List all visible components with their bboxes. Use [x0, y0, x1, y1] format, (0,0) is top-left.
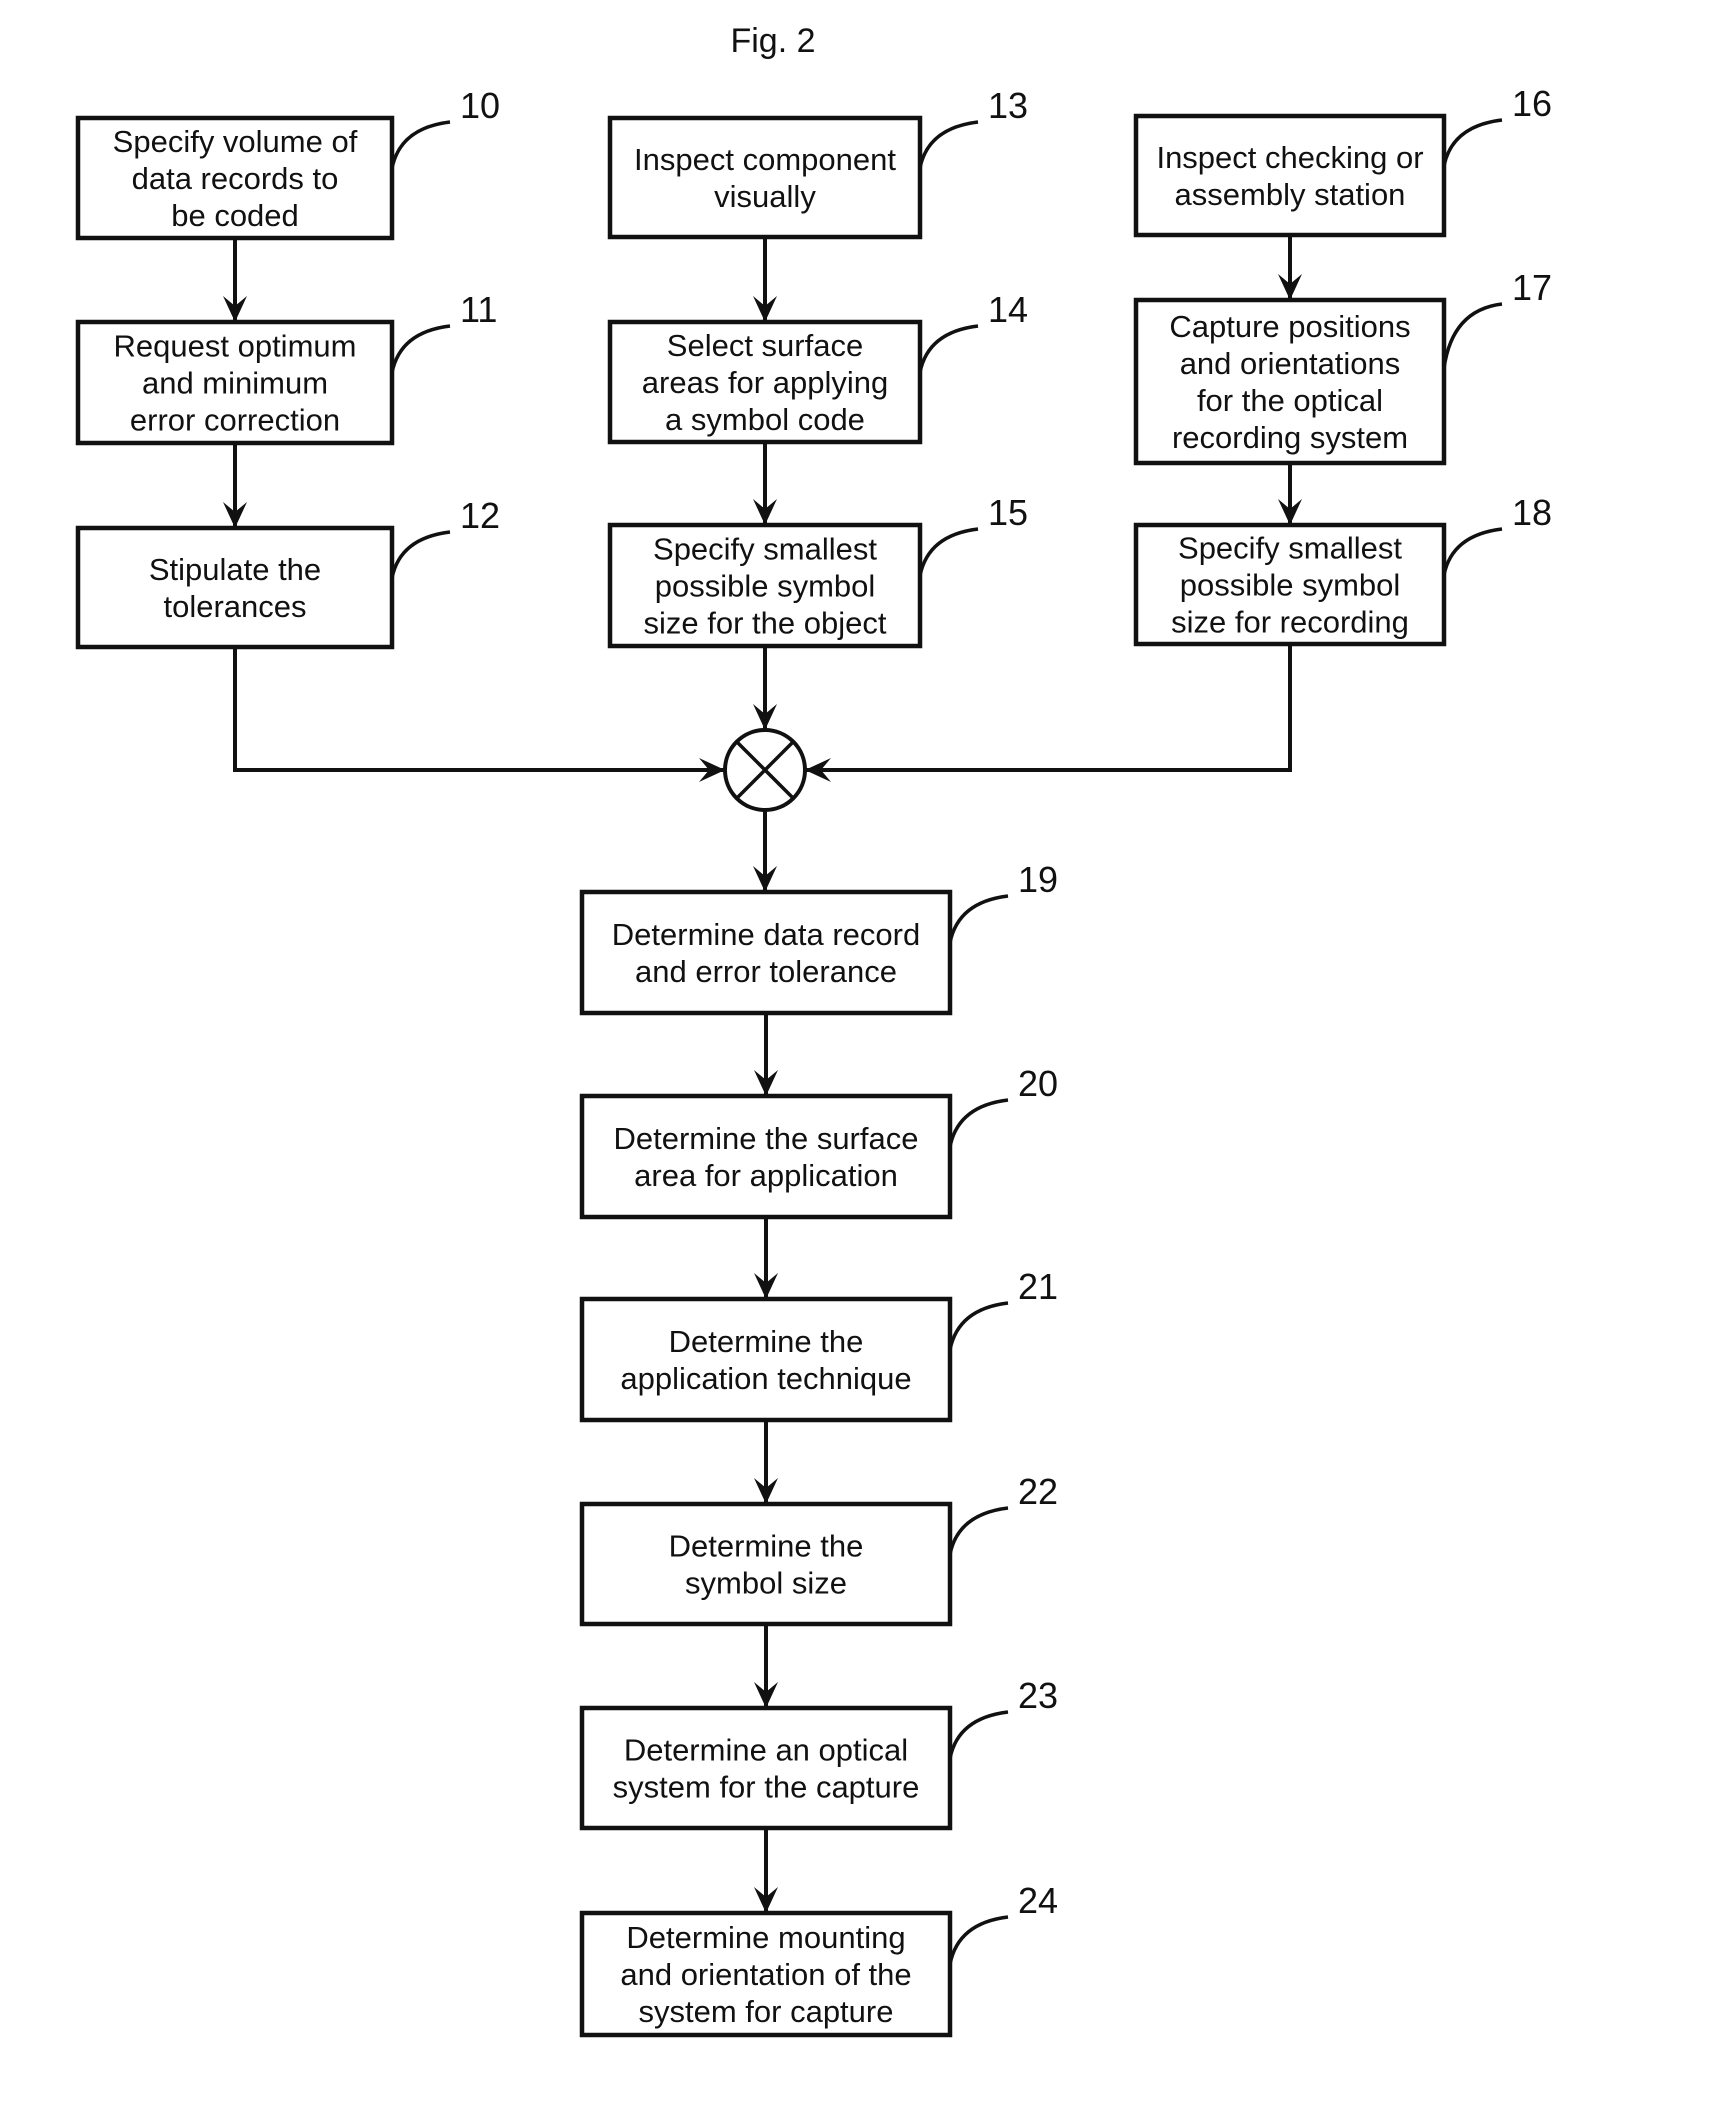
step-text-line: areas for applying	[642, 365, 888, 400]
leader-line	[918, 120, 979, 169]
leader-line	[948, 894, 1009, 944]
step-text-line: data records to	[132, 161, 339, 196]
step-text-line: and error tolerance	[635, 954, 897, 989]
step-text-line: Determine an optical	[624, 1733, 908, 1768]
step-text-line: size for recording	[1171, 605, 1409, 640]
step-text-line: and orientation of the	[620, 1957, 911, 1992]
step-text-line: and minimum	[142, 366, 328, 401]
step-box-10: Specify volume ofdata records tobe coded…	[75, 85, 500, 241]
reference-numeral: 24	[1018, 1880, 1058, 1921]
step-box-frame	[579, 1296, 953, 1423]
step-box-18: Specify smallestpossible symbolsize for …	[1133, 492, 1552, 647]
step-text-line: Specify smallest	[1178, 531, 1402, 566]
step-box-frame	[607, 115, 923, 240]
step-text-line: system for capture	[639, 1994, 894, 2029]
merge-node	[723, 728, 807, 812]
leader-line	[1442, 302, 1503, 369]
step-text-line: assembly station	[1175, 177, 1406, 212]
leader-line	[948, 1915, 1009, 1965]
step-text-line: possible symbol	[1180, 568, 1401, 603]
reference-numeral: 18	[1512, 492, 1552, 533]
step-text-line: error correction	[130, 403, 340, 438]
step-text-line: be coded	[171, 198, 299, 233]
step-text-line: a symbol code	[665, 402, 865, 437]
step-text-line: Specify volume of	[113, 124, 358, 159]
step-text-line: visually	[714, 179, 816, 214]
step-box-15: Specify smallestpossible symbolsize for …	[607, 492, 1028, 649]
leader-line	[1442, 118, 1503, 167]
step-text-line: recording system	[1172, 420, 1408, 455]
leader-line	[390, 120, 451, 169]
step-box-24: Determine mountingand orientation of the…	[579, 1880, 1058, 2038]
step-text-line: system for the capture	[613, 1770, 920, 1805]
step-text-line: possible symbol	[655, 569, 876, 604]
reference-numeral: 14	[988, 289, 1028, 330]
step-box-frame	[1133, 113, 1447, 238]
leader-line	[1442, 527, 1503, 576]
reference-numeral: 12	[460, 495, 500, 536]
step-text-line: and orientations	[1180, 346, 1401, 381]
step-text-line: Determine the surface	[614, 1121, 919, 1156]
leader-line	[390, 530, 451, 579]
step-text-line: Determine the	[669, 1324, 864, 1359]
step-text-line: Determine data record	[612, 917, 920, 952]
step-box-23: Determine an opticalsystem for the captu…	[579, 1675, 1058, 1831]
step-box-17: Capture positionsand orientationsfor the…	[1133, 267, 1552, 466]
reference-numeral: 19	[1018, 859, 1058, 900]
step-text-line: size for the object	[644, 606, 887, 641]
step-box-14: Select surfaceareas for applyinga symbol…	[607, 289, 1028, 445]
reference-numeral: 21	[1018, 1266, 1058, 1307]
leader-line	[918, 527, 979, 577]
step-box-frame	[579, 1705, 953, 1831]
step-box-20: Determine the surfacearea for applicatio…	[579, 1063, 1058, 1220]
step-text-line: Specify smallest	[653, 532, 877, 567]
reference-numeral: 13	[988, 85, 1028, 126]
step-box-11: Request optimumand minimumerror correcti…	[75, 289, 497, 446]
step-box-12: Stipulate thetolerances 12	[75, 495, 500, 650]
leader-line	[918, 324, 979, 373]
step-text-line: Stipulate the	[149, 552, 321, 587]
step-box-16: Inspect checking orassembly station 16	[1133, 83, 1552, 238]
step-text-line: Capture positions	[1169, 309, 1410, 344]
step-text-line: symbol size	[685, 1566, 847, 1601]
reference-numeral: 22	[1018, 1471, 1058, 1512]
figure-title: Fig. 2	[730, 22, 815, 60]
step-box-frame	[579, 1093, 953, 1220]
step-text-line: Inspect component	[634, 142, 896, 177]
step-box-frame	[75, 525, 395, 650]
step-text-line: application technique	[620, 1361, 911, 1396]
leader-line	[948, 1098, 1009, 1148]
step-box-frame	[579, 1501, 953, 1627]
connectors	[223, 235, 1302, 1913]
step-text-line: Determine the	[669, 1529, 864, 1564]
step-text-line: Inspect checking or	[1156, 140, 1423, 175]
leader-line	[948, 1301, 1009, 1351]
step-text-line: Select surface	[667, 328, 863, 363]
reference-numeral: 17	[1512, 267, 1552, 308]
leader-line	[948, 1506, 1009, 1555]
reference-numeral: 10	[460, 85, 500, 126]
step-text-line: Determine mounting	[626, 1920, 905, 1955]
merge-line-left	[233, 647, 725, 772]
leader-line	[948, 1710, 1009, 1759]
reference-numeral: 11	[460, 289, 497, 330]
leader-line	[390, 324, 451, 374]
step-box-21: Determine theapplication technique 21	[579, 1266, 1058, 1423]
reference-numeral: 20	[1018, 1063, 1058, 1104]
reference-numeral: 23	[1018, 1675, 1058, 1716]
step-text-line: Request optimum	[114, 329, 357, 364]
step-box-frame	[579, 889, 953, 1016]
step-box-13: Inspect componentvisually 13	[607, 85, 1028, 240]
step-box-19: Determine data recordand error tolerance…	[579, 859, 1058, 1016]
reference-numeral: 15	[988, 492, 1028, 533]
step-text-line: area for application	[634, 1158, 898, 1193]
step-text-line: for the optical	[1197, 383, 1383, 418]
step-box-22: Determine thesymbol size 22	[579, 1471, 1058, 1627]
flowchart: Fig. 2 Specify volume ofdata records tob…	[75, 22, 1552, 2038]
merge-line-right	[805, 644, 1292, 772]
reference-numeral: 16	[1512, 83, 1552, 124]
step-text-line: tolerances	[163, 589, 306, 624]
